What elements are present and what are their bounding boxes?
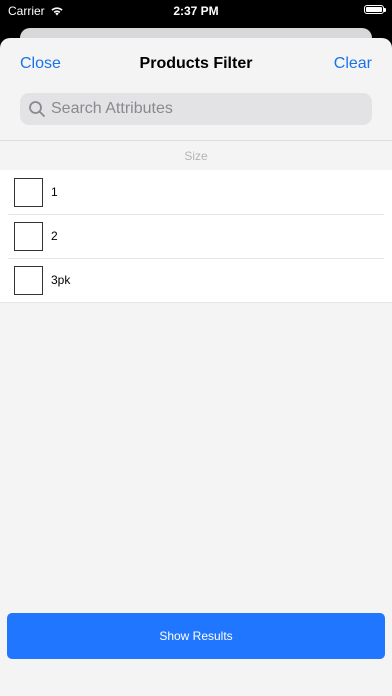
list-item[interactable]: 1 xyxy=(0,170,392,214)
filter-sheet: Close Products Filter Clear Size 1 2 3pk xyxy=(0,38,392,696)
show-results-button[interactable]: Show Results xyxy=(7,613,385,659)
divider xyxy=(0,140,392,141)
list-item[interactable]: 3pk xyxy=(0,258,392,302)
checkbox[interactable] xyxy=(14,221,43,251)
size-option-list: 1 2 3pk xyxy=(0,170,392,303)
section-header: Size xyxy=(184,149,208,163)
search-bar[interactable] xyxy=(20,93,372,125)
clear-button[interactable]: Clear xyxy=(334,55,372,73)
checkbox[interactable] xyxy=(14,177,43,207)
list-item-label: 3pk xyxy=(51,273,71,287)
checkbox[interactable] xyxy=(14,265,43,295)
divider xyxy=(0,302,392,303)
navigation-bar: Close Products Filter Clear xyxy=(0,38,392,90)
search-icon xyxy=(29,101,45,117)
battery-icon xyxy=(364,5,386,14)
list-item-label: 2 xyxy=(51,229,58,243)
search-input[interactable] xyxy=(51,100,351,118)
status-time: 2:37 PM xyxy=(173,4,219,18)
list-item-label: 1 xyxy=(51,185,58,199)
list-item[interactable]: 2 xyxy=(0,214,392,258)
status-right xyxy=(364,5,386,14)
status-bar: Carrier 2:37 PM xyxy=(0,0,392,22)
